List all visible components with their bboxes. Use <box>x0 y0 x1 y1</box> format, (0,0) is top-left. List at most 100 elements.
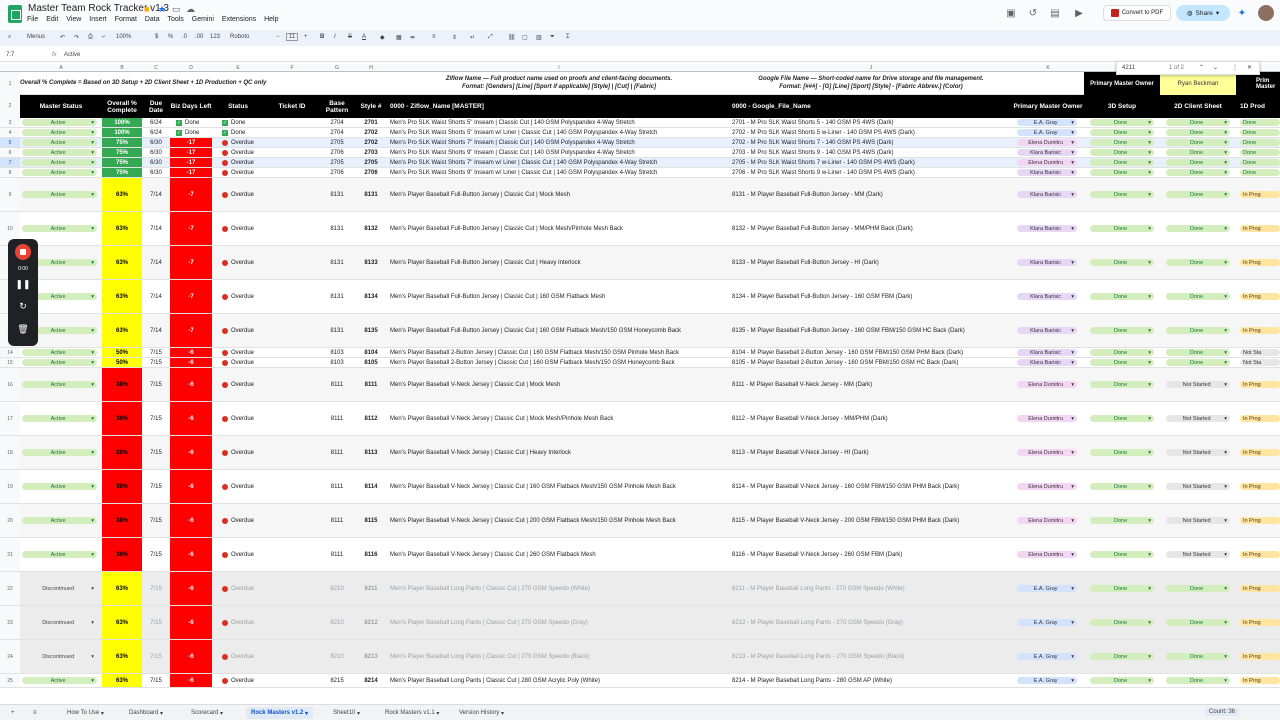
master-status-dropdown[interactable]: Active ▾ <box>22 449 97 456</box>
overall-complete-cell[interactable]: 63% <box>102 674 142 687</box>
primary-owner-cell[interactable]: E.A. Gray ▾ <box>1017 606 1081 639</box>
google-file-name-cell[interactable]: 8131 - M Player Baseball Full-Button Jer… <box>732 178 1012 211</box>
table-row[interactable]: 24 Discontinued ▾ 63% 7/15 -6 Overdue 8210 8213 M… <box>0 640 1280 674</box>
3d-setup-dropdown[interactable]: Done ▾ <box>1090 349 1154 356</box>
ext-badge-icon[interactable]: ■ <box>144 4 149 14</box>
header-style[interactable]: Style # <box>354 95 388 118</box>
col-header-g[interactable]: G <box>320 65 354 71</box>
3d-setup-cell[interactable]: Done ▾ <box>1090 572 1160 605</box>
2d-client-sheet-dropdown[interactable]: Not Started ▾ <box>1166 517 1230 524</box>
master-status-dropdown[interactable]: Discontinued ▾ <box>22 653 97 660</box>
overall-complete-cell[interactable]: 38% <box>102 402 142 435</box>
google-file-name-cell[interactable]: 8213 - M Player Baseball Long Pants - 27… <box>732 640 1012 673</box>
style-number-cell[interactable]: 8112 <box>354 402 388 435</box>
1d-production-dropdown[interactable]: In Prog <box>1240 225 1280 232</box>
align-vertical-icon[interactable]: ⇕ <box>452 34 457 41</box>
due-date-cell[interactable]: 7/15 <box>142 606 170 639</box>
style-number-cell[interactable]: 8213 <box>354 640 388 673</box>
biz-days-cell[interactable]: -7 <box>170 314 212 347</box>
ziflow-name-cell[interactable]: Men's Player Baseball Full-Button Jersey… <box>390 314 730 347</box>
master-status-cell[interactable]: Active ▾ <box>22 470 100 503</box>
style-number-cell[interactable]: 8115 <box>354 504 388 537</box>
header-ticket-id[interactable]: Ticket ID <box>264 95 320 118</box>
bold-icon[interactable]: B <box>320 34 324 40</box>
font-size-decrease-icon[interactable]: − <box>276 34 280 40</box>
owner-chip[interactable]: E.A. Gray ▾ <box>1017 129 1077 136</box>
google-file-name-cell[interactable]: 8134 - M Player Baseball Full-Button Jer… <box>732 280 1012 313</box>
row-number[interactable]: 15 <box>0 358 20 367</box>
overall-complete-cell[interactable]: 100% <box>102 118 142 127</box>
style-number-cell[interactable]: 2702 <box>354 128 388 137</box>
base-pattern-cell[interactable]: 2706 <box>320 168 354 177</box>
ticket-id-cell[interactable] <box>264 212 320 245</box>
3d-setup-cell[interactable]: Done ▾ <box>1090 178 1160 211</box>
due-date-cell[interactable]: 6/24 <box>142 128 170 137</box>
italic-icon[interactable]: I <box>334 34 336 40</box>
col-header-a[interactable]: A <box>20 65 102 71</box>
overall-complete-cell[interactable]: 63% <box>102 246 142 279</box>
ticket-id-cell[interactable] <box>264 402 320 435</box>
close-icon[interactable]: ✕ <box>1247 64 1252 71</box>
google-file-name-cell[interactable]: 8133 - M Player Baseball Full-Button Jer… <box>732 246 1012 279</box>
style-number-cell[interactable]: 2706 <box>354 168 388 177</box>
3d-setup-cell[interactable]: Done ▾ <box>1090 368 1160 401</box>
biz-days-cell[interactable]: -6 <box>170 504 212 537</box>
text-color-icon[interactable]: A <box>362 34 366 40</box>
google-file-name-cell[interactable]: 8212 - M Player Baseball Long Pants - 27… <box>732 606 1012 639</box>
convert-to-pdf-button[interactable]: Convert to PDF <box>1103 5 1171 21</box>
row-number[interactable]: 17 <box>0 402 20 435</box>
master-status-cell[interactable]: Active ▾ <box>22 178 100 211</box>
overall-complete-cell[interactable]: 63% <box>102 572 142 605</box>
table-row[interactable]: 13Active▾63%7/14-7Overdue81318135Men's P… <box>0 314 1280 348</box>
table-row[interactable]: 9 Active ▾ 63% 7/14 -7 Overdue 8131 8131 Men's Pl… <box>0 178 1280 212</box>
1d-production-cell[interactable]: In Prog <box>1240 314 1280 347</box>
stop-recording-icon[interactable] <box>15 244 31 260</box>
row-number[interactable]: 25 <box>0 674 20 687</box>
ziflow-name-cell[interactable]: Men's Player Baseball V-Neck Jersey | Cl… <box>390 538 730 571</box>
table-row[interactable]: 22 Discontinued ▾ 63% 7/15 -6 Overdue 8210 8211 M… <box>0 572 1280 606</box>
master-status-dropdown[interactable]: Discontinued ▾ <box>22 619 97 626</box>
menu-file[interactable]: File <box>27 16 38 23</box>
ziflow-name-cell[interactable]: Men's Player Baseball Long Pants | Class… <box>390 640 730 673</box>
2d-client-sheet-dropdown[interactable]: Done ▾ <box>1166 349 1230 356</box>
insert-comment-icon[interactable]: ▢ <box>522 34 528 41</box>
master-status-cell[interactable]: Active ▾ <box>22 538 100 571</box>
pause-icon[interactable]: ❚❚ <box>8 279 38 290</box>
biz-days-cell[interactable]: -7 <box>170 280 212 313</box>
1d-production-dropdown[interactable]: Done <box>1240 129 1280 136</box>
2d-client-sheet-cell[interactable]: Done ▾ <box>1166 606 1236 639</box>
2d-client-sheet-dropdown[interactable]: Done ▾ <box>1166 259 1230 266</box>
status-cell[interactable]: Overdue <box>222 168 264 177</box>
ticket-id-cell[interactable] <box>264 314 320 347</box>
master-status-dropdown[interactable]: Active ▾ <box>22 159 97 166</box>
overall-complete-cell[interactable]: 63% <box>102 606 142 639</box>
primary-owner-cell[interactable]: Elena Dumitru ▾ <box>1017 368 1081 401</box>
ticket-id-cell[interactable] <box>264 470 320 503</box>
master-status-dropdown[interactable]: Active ▾ <box>22 139 97 146</box>
master-status-dropdown[interactable]: Active ▾ <box>22 149 97 156</box>
base-pattern-cell[interactable]: 8210 <box>320 606 354 639</box>
due-date-cell[interactable]: 7/15 <box>142 368 170 401</box>
primary-owner-cell[interactable]: Klara Barisic ▾ <box>1017 348 1081 357</box>
master-status-dropdown[interactable]: Active ▾ <box>22 359 97 366</box>
google-file-name-cell[interactable]: 2702 - M Pro SLK Waist Shorts 5 w-Liner … <box>732 128 1012 137</box>
overall-complete-cell[interactable]: 63% <box>102 640 142 673</box>
3d-setup-cell[interactable]: Done ▾ <box>1090 348 1160 357</box>
1d-production-dropdown[interactable]: In Prog <box>1240 191 1280 198</box>
move-folder-icon[interactable]: ▭ <box>172 4 181 15</box>
primary-owner-cell[interactable]: Elena Dumitru ▾ <box>1017 436 1081 469</box>
primary-owner-cell[interactable]: Elena Dumitru ▾ <box>1017 138 1081 147</box>
text-rotation-icon[interactable]: ⤢ <box>488 34 493 41</box>
overall-complete-cell[interactable]: 50% <box>102 358 142 367</box>
primary-owner-cell[interactable]: E.A. Gray ▾ <box>1017 118 1081 127</box>
1d-production-dropdown[interactable]: Done <box>1240 159 1280 166</box>
google-file-name-cell[interactable]: 8214 - M Player Baseball Long Pants - 28… <box>732 674 1012 687</box>
2d-client-sheet-cell[interactable]: Done ▾ <box>1166 348 1236 357</box>
due-date-cell[interactable]: 7/15 <box>142 504 170 537</box>
1d-production-dropdown[interactable]: In Prog <box>1240 517 1280 524</box>
style-number-cell[interactable]: 8214 <box>354 674 388 687</box>
all-sheets-icon[interactable]: ≡ <box>28 707 42 719</box>
due-date-cell[interactable]: 7/15 <box>142 674 170 687</box>
sheet-tab-sheet10[interactable]: Sheet10 ▾ <box>328 707 365 719</box>
status-cell[interactable]: Overdue <box>222 606 264 639</box>
